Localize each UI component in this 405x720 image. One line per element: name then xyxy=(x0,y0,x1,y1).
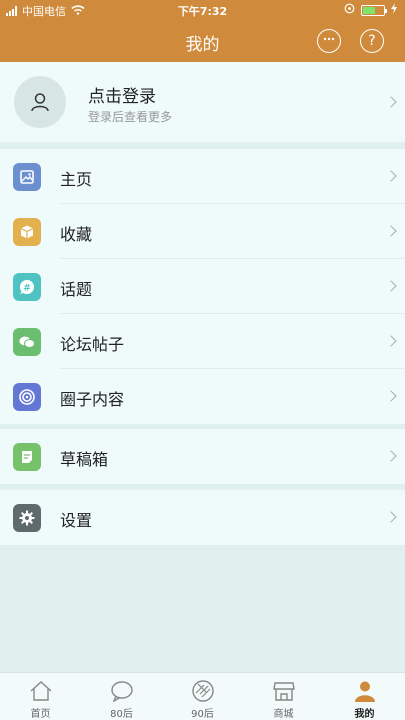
menu-item-home[interactable]: 主页 xyxy=(0,149,405,204)
login-subtitle: 登录后查看更多 xyxy=(88,110,173,124)
tab-mine[interactable]: 我的 xyxy=(324,673,405,720)
tab-home[interactable]: 首页 xyxy=(0,673,81,720)
menu-label: 设置 xyxy=(60,511,93,530)
chat-icon xyxy=(13,328,41,356)
tab-label: 90后 xyxy=(191,709,214,720)
status-bar: 中国电信 下午7:32 xyxy=(0,0,405,20)
menu-section-main: 主页 收藏 # 话题 论坛帖子 圈子内容 xyxy=(0,149,405,424)
login-row[interactable]: 点击登录 登录后查看更多 xyxy=(0,62,405,142)
menu-item-forum-posts[interactable]: 论坛帖子 xyxy=(0,314,405,369)
menu-label: 主页 xyxy=(60,170,93,189)
tab-label: 商城 xyxy=(273,709,294,720)
chevron-right-icon xyxy=(385,280,397,292)
battery-icon xyxy=(361,4,387,16)
tab-80s[interactable]: 80后 xyxy=(81,673,162,720)
aperture-icon xyxy=(191,679,215,703)
tab-label: 80后 xyxy=(110,709,133,720)
store-icon xyxy=(272,679,296,703)
orientation-lock-icon xyxy=(344,3,355,17)
avatar xyxy=(14,76,66,128)
menu-item-topics[interactable]: # 话题 xyxy=(0,259,405,314)
gear-icon xyxy=(13,504,41,532)
menu-item-drafts[interactable]: 草稿箱 xyxy=(0,429,405,484)
tab-mall[interactable]: 商城 xyxy=(243,673,324,720)
tab-90s[interactable]: 90后 xyxy=(162,673,243,720)
chat-bubble-icon xyxy=(110,679,134,703)
menu-section-settings: 设置 xyxy=(0,490,405,545)
hashtag-icon: # xyxy=(13,273,41,301)
tab-bar: 首页 80后 90后 商城 我的 xyxy=(0,672,405,720)
menu-label: 论坛帖子 xyxy=(60,335,125,354)
menu-label: 草稿箱 xyxy=(60,450,109,469)
menu-label: 话题 xyxy=(60,280,93,299)
menu-section-drafts: 草稿箱 xyxy=(0,429,405,484)
chevron-right-icon xyxy=(385,170,397,182)
page-title: 我的 xyxy=(185,35,220,55)
user-icon xyxy=(31,93,49,112)
draft-document-icon xyxy=(13,443,41,471)
help-button[interactable]: ? xyxy=(360,29,384,53)
menu-item-circle-content[interactable]: 圈子内容 xyxy=(0,369,405,424)
picture-icon xyxy=(13,163,41,191)
chat-bubble-icon xyxy=(321,32,337,50)
status-right xyxy=(344,3,397,17)
message-button[interactable] xyxy=(317,29,341,53)
chevron-right-icon xyxy=(385,511,397,523)
tab-label: 首页 xyxy=(30,709,51,720)
menu-item-favorites[interactable]: 收藏 xyxy=(0,204,405,259)
svg-text:#: # xyxy=(23,284,31,294)
menu-label: 收藏 xyxy=(60,225,93,244)
house-icon xyxy=(29,679,53,703)
tab-label: 我的 xyxy=(354,709,375,720)
header: 中国电信 下午7:32 我的 ? xyxy=(0,0,405,62)
menu-item-settings[interactable]: 设置 xyxy=(0,490,405,545)
spiral-icon xyxy=(13,383,41,411)
charging-icon xyxy=(391,3,397,17)
person-icon xyxy=(353,679,377,703)
menu-label: 圈子内容 xyxy=(60,390,125,409)
chevron-right-icon xyxy=(385,390,397,402)
help-icon: ? xyxy=(368,33,376,49)
login-title: 点击登录 xyxy=(88,87,156,107)
chevron-right-icon xyxy=(385,96,397,108)
box-icon xyxy=(13,218,41,246)
chevron-right-icon xyxy=(385,225,397,237)
chevron-right-icon xyxy=(385,450,397,462)
chevron-right-icon xyxy=(385,335,397,347)
